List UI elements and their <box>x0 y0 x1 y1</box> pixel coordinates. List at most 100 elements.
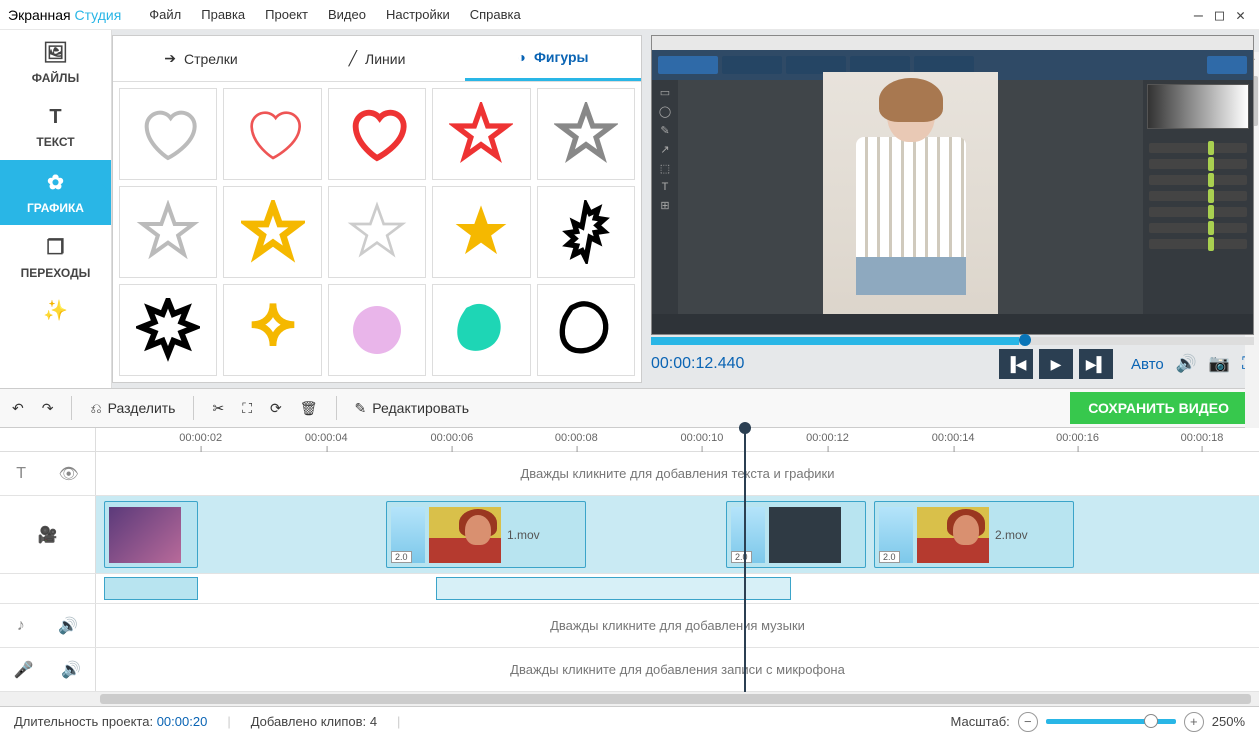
gallery-tab-arrows-label: Стрелки <box>184 51 238 67</box>
delete-button[interactable]: 🗑 <box>300 400 318 417</box>
tick: 00:00:08 <box>555 432 598 444</box>
timeline-scrollbar[interactable] <box>0 692 1259 706</box>
window-minimize-icon[interactable]: — <box>1194 6 1203 24</box>
next-button[interactable]: ▶▌ <box>1079 349 1113 379</box>
menu-help[interactable]: Справка <box>460 7 531 22</box>
clip-1-label: 1.mov <box>507 528 540 542</box>
tick: 00:00:10 <box>681 432 724 444</box>
zoom-knob[interactable] <box>1144 714 1158 728</box>
track-video-audio-body[interactable] <box>96 574 1259 603</box>
shape-heart-pink[interactable] <box>223 88 321 180</box>
zoom-in-button[interactable]: + <box>1184 712 1204 732</box>
audio-strip-2[interactable] <box>436 577 791 600</box>
tab-text[interactable]: T ТЕКСТ <box>0 95 111 160</box>
shape-blob-outline[interactable] <box>537 284 635 376</box>
shape-circle-pink[interactable] <box>328 284 426 376</box>
shape-star-red[interactable] <box>432 88 530 180</box>
preview-seek-bar[interactable] <box>651 337 1254 345</box>
cut-button[interactable]: ✂ <box>212 400 224 417</box>
menu-bar: Экранная Студия Файл Правка Проект Видео… <box>0 0 1259 30</box>
timeline-toolbar: ↶ ↷ ⎌Разделить ✂ ⛶ ⟳ 🗑 ✎Редактировать СО… <box>0 388 1259 428</box>
tab-files[interactable]: 🖼 ФАЙЛЫ <box>0 30 111 95</box>
play-button[interactable]: ▶ <box>1039 349 1073 379</box>
redo-button[interactable]: ↷ <box>42 400 54 417</box>
menu-settings[interactable]: Настройки <box>376 7 460 22</box>
track-text-body[interactable]: Дважды кликните для добавления текста и … <box>96 452 1259 495</box>
undo-button[interactable]: ↶ <box>12 400 24 417</box>
shape-burst-sharp[interactable] <box>119 284 217 376</box>
menu-file[interactable]: Файл <box>139 7 191 22</box>
gallery-tab-arrows[interactable]: ➔ Стрелки <box>113 36 289 81</box>
auto-label[interactable]: Авто <box>1131 356 1164 373</box>
track-mic-body[interactable]: Дважды кликните для добавления записи с … <box>96 648 1259 691</box>
playhead[interactable] <box>744 428 746 692</box>
mic-track-icon: 🎤 <box>14 660 34 680</box>
preview-time: 00:00:12.440 <box>651 355 744 373</box>
edit-button[interactable]: ✎Редактировать <box>355 400 469 417</box>
window-close-icon[interactable]: ✕ <box>1236 6 1245 24</box>
window-maximize-icon[interactable]: □ <box>1215 6 1224 24</box>
clip-app[interactable]: 2.0 <box>726 501 866 568</box>
shape-star-yellow-fill[interactable] <box>432 186 530 278</box>
tab-transitions[interactable]: ❐ ПЕРЕХОДЫ <box>0 225 111 290</box>
snapshot-icon[interactable]: 📷 <box>1209 354 1230 374</box>
music-volume-icon[interactable]: 🔊 <box>58 616 78 636</box>
shape-burst-black[interactable] <box>537 186 635 278</box>
seek-knob[interactable] <box>1019 334 1031 346</box>
clip-2[interactable]: 2.0 2.mov <box>874 501 1074 568</box>
menu-project[interactable]: Проект <box>255 7 318 22</box>
shape-star-outline-gray[interactable] <box>119 186 217 278</box>
visibility-icon[interactable]: 👁 <box>58 464 78 484</box>
side-tabs: 🖼 ФАЙЛЫ T ТЕКСТ ✿ ГРАФИКА ❐ ПЕРЕХОДЫ ✨ <box>0 30 112 388</box>
mic-volume-icon[interactable]: 🔊 <box>61 660 81 680</box>
timeline-ruler[interactable]: 00:00:02 00:00:04 00:00:06 00:00:08 00:0… <box>0 428 1259 452</box>
crop-button[interactable]: ⛶ <box>242 400 252 417</box>
split-button[interactable]: ⎌Разделить <box>90 400 175 417</box>
shape-star-white[interactable] <box>328 186 426 278</box>
tick: 00:00:18 <box>1181 432 1224 444</box>
app-title: Экранная Студия <box>8 7 121 23</box>
gallery-tab-shapes[interactable]: ◑ Фигуры <box>465 36 641 81</box>
track-mic: 🎤 🔊 Дважды кликните для добавления записи… <box>0 648 1259 692</box>
shape-sparkle-yellow[interactable] <box>223 284 321 376</box>
track-music-body[interactable]: Дважды кликните для добавления музыки <box>96 604 1259 647</box>
track-video: 🎥 2.0 1.mov 2.0 2.0 2.mov <box>0 496 1259 574</box>
shape-star-gray[interactable] <box>537 88 635 180</box>
tab-effects[interactable]: ✨ <box>0 290 111 330</box>
speed-badge: 2.0 <box>391 551 412 563</box>
layers-icon: ❐ <box>47 235 65 260</box>
rotate-button[interactable]: ⟳ <box>270 400 282 417</box>
text-track-icon: T <box>16 465 26 483</box>
speed-badge: 2.0 <box>879 551 900 563</box>
shapes-icon: ◑ <box>518 49 526 65</box>
tab-text-label: ТЕКСТ <box>36 135 74 149</box>
menu-edit[interactable]: Правка <box>191 7 255 22</box>
clip-1[interactable]: 2.0 1.mov <box>386 501 586 568</box>
prev-button[interactable]: ▐◀ <box>999 349 1033 379</box>
track-music: ♪ 🔊 Дважды кликните для добавления музыки <box>0 604 1259 648</box>
tab-graphics-label: ГРАФИКА <box>27 201 84 215</box>
zoom-slider[interactable] <box>1046 719 1176 724</box>
shape-heart-gray[interactable] <box>119 88 217 180</box>
clips-count: Добавлено клипов: 4 <box>251 714 377 729</box>
clip-2-label: 2.mov <box>995 528 1028 542</box>
track-video-body[interactable]: 2.0 1.mov 2.0 2.0 2.mov <box>96 496 1259 573</box>
zoom-label: Масштаб: <box>951 714 1010 729</box>
zoom-out-button[interactable]: − <box>1018 712 1038 732</box>
tick: 00:00:04 <box>305 432 348 444</box>
shape-blob-teal[interactable] <box>432 284 530 376</box>
shape-heart-red[interactable] <box>328 88 426 180</box>
tab-graphics[interactable]: ✿ ГРАФИКА <box>0 160 111 225</box>
clip-intro[interactable] <box>104 501 198 568</box>
music-track-icon: ♪ <box>17 617 25 635</box>
track-video-audio <box>0 574 1259 604</box>
shape-star-yellow-outline[interactable] <box>223 186 321 278</box>
audio-strip-1[interactable] <box>104 577 198 600</box>
gallery-tab-lines[interactable]: ╱ Линии <box>289 36 465 81</box>
arrow-icon: ➔ <box>164 50 176 67</box>
shapes-gallery: ➔ Стрелки ╱ Линии ◑ Фигуры <box>112 35 642 383</box>
duration-label: Длительность проекта: 00:00:20 <box>14 714 207 729</box>
save-video-button[interactable]: СОХРАНИТЬ ВИДЕО <box>1070 392 1247 424</box>
menu-video[interactable]: Видео <box>318 7 376 22</box>
volume-icon[interactable]: 🔊 <box>1176 354 1197 374</box>
